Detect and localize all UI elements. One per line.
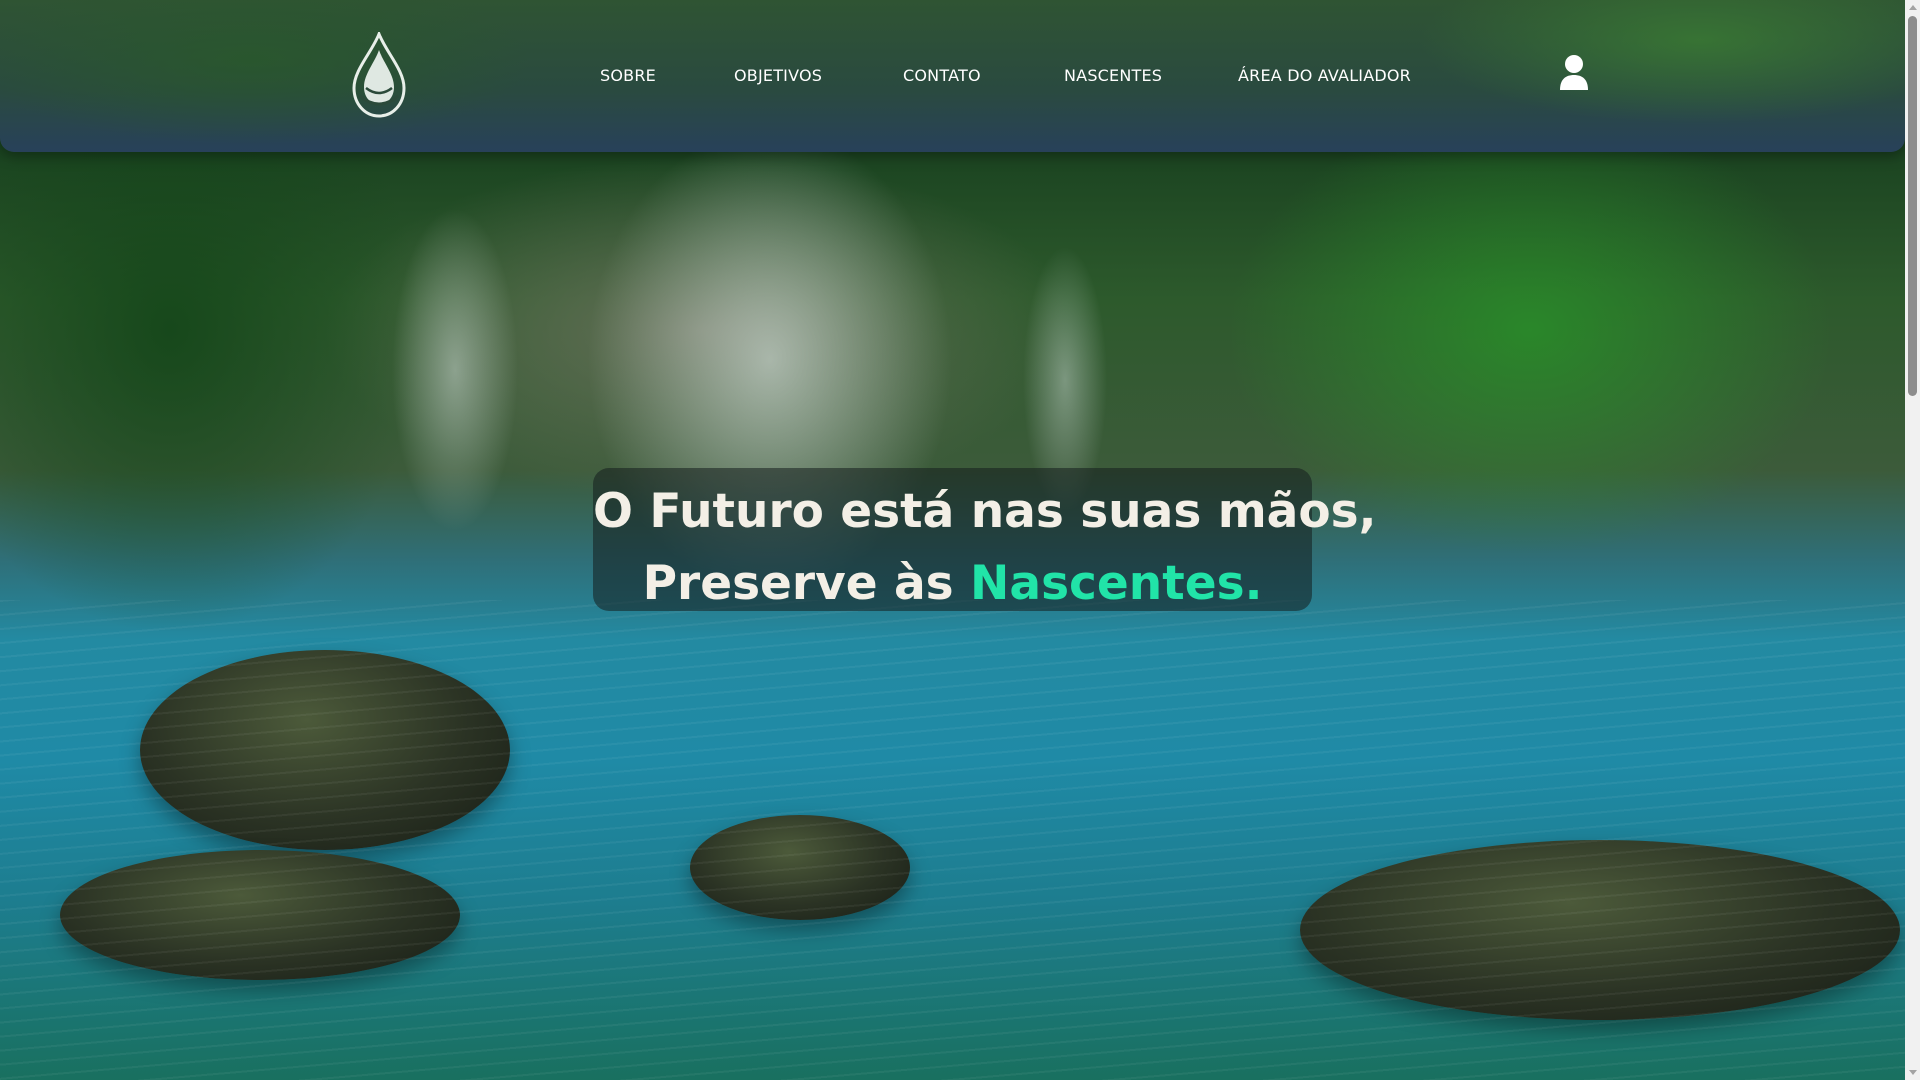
user-icon[interactable]	[1558, 54, 1590, 92]
hero-headline-line-1: O Futuro está nas suas mãos,	[593, 484, 1377, 539]
rock	[690, 815, 910, 920]
nav-link-objetivos[interactable]: OBJETIVOS	[734, 66, 822, 85]
scroll-up-arrow-icon[interactable]	[1909, 5, 1917, 10]
nav-link-nascentes[interactable]: NASCENTES	[1064, 66, 1162, 85]
scroll-down-arrow-icon[interactable]	[1909, 1070, 1917, 1075]
page: SOBRE OBJETIVOS CONTATO NASCENTES ÁREA D…	[0, 0, 1920, 1080]
rock	[60, 850, 460, 980]
hero-headline-accent: Nascentes.	[970, 556, 1263, 611]
hero-headline-line-2: Preserve às Nascentes.	[593, 548, 1312, 620]
main-nav: SOBRE OBJETIVOS CONTATO NASCENTES ÁREA D…	[0, 0, 1905, 152]
vertical-scrollbar[interactable]	[1905, 0, 1920, 1080]
rock	[140, 650, 510, 850]
nav-link-area-do-avaliador[interactable]: ÁREA DO AVALIADOR	[1238, 66, 1411, 85]
hero-headline-box: O Futuro está nas suas mãos, Preserve às…	[593, 468, 1377, 611]
site-header: SOBRE OBJETIVOS CONTATO NASCENTES ÁREA D…	[0, 0, 1905, 152]
scrollbar-thumb[interactable]	[1908, 16, 1917, 396]
hero-headline-prefix: Preserve às	[642, 556, 971, 611]
nav-link-sobre[interactable]: SOBRE	[600, 66, 656, 85]
rock	[1300, 840, 1900, 1020]
nav-link-contato[interactable]: CONTATO	[903, 66, 981, 85]
